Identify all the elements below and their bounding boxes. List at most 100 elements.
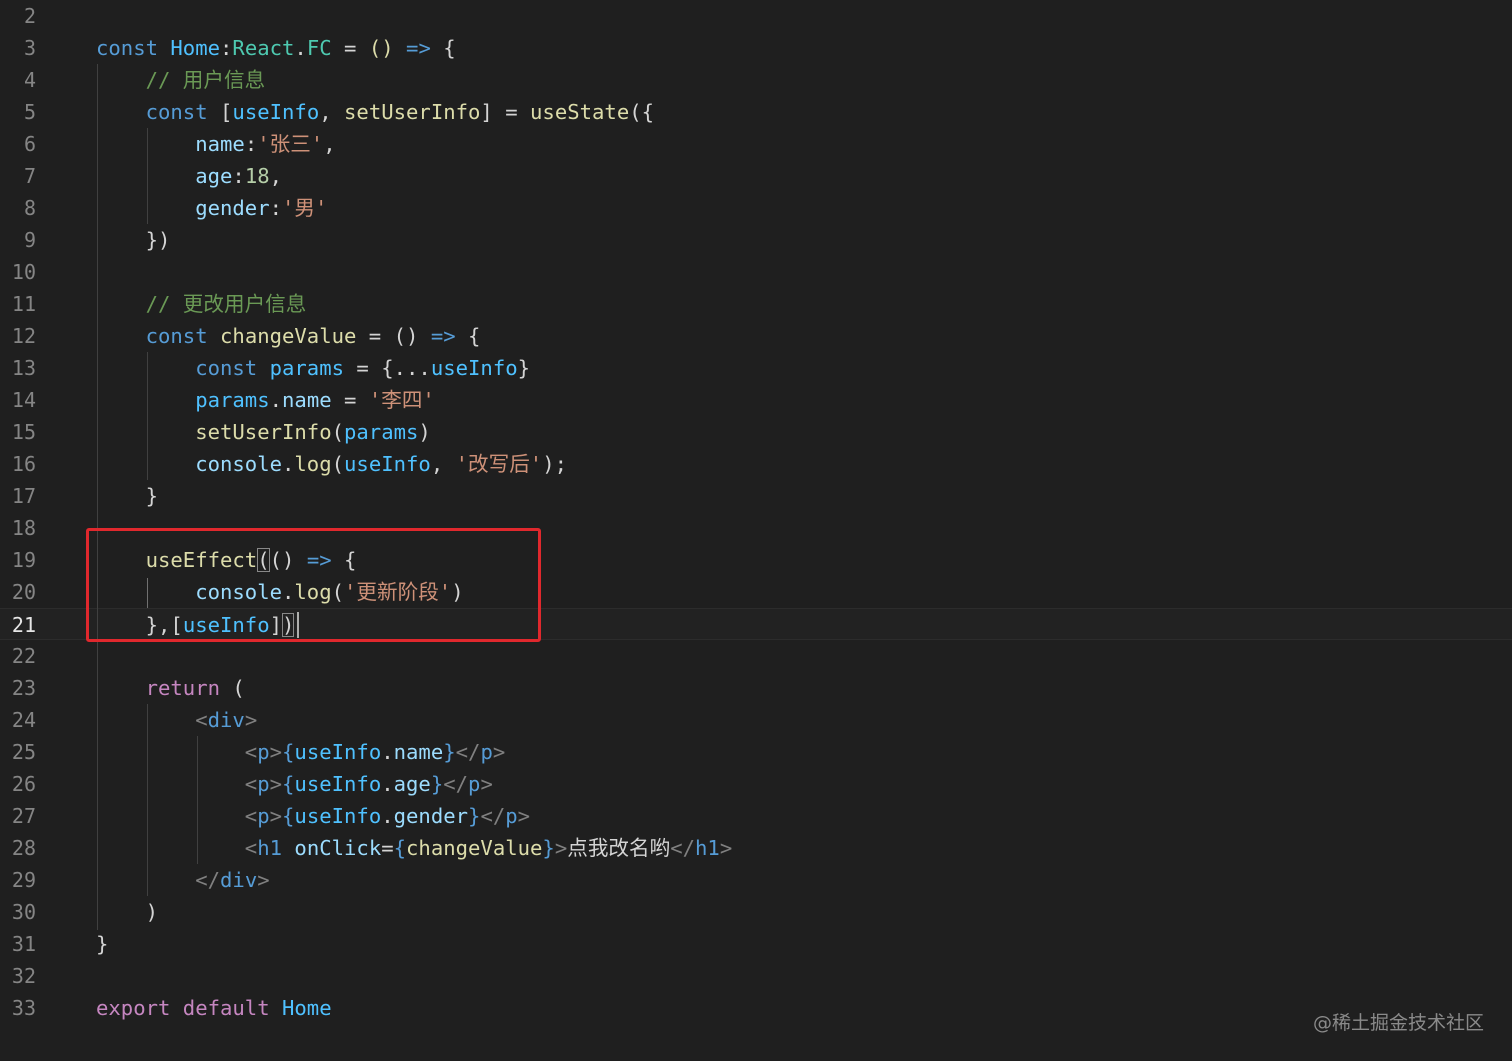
code-line[interactable]: 11 // 更改用户信息: [0, 288, 1512, 320]
code-text[interactable]: console.log(useInfo, '改写后');: [96, 448, 567, 480]
code-token: :: [232, 164, 245, 188]
line-number: 17: [11, 484, 36, 508]
code-text[interactable]: return (: [96, 672, 245, 704]
code-token: params: [195, 388, 270, 412]
code-token: :: [244, 132, 258, 156]
code-text[interactable]: }: [96, 480, 158, 512]
code-line[interactable]: 23 return (: [0, 672, 1512, 704]
code-token: (): [393, 324, 419, 348]
code-token: = {: [344, 356, 394, 380]
code-text[interactable]: const changeValue = () => {: [96, 320, 481, 352]
code-line[interactable]: 27 <p>{useInfo.gender}</p>: [0, 800, 1512, 832]
code-token: }: [430, 772, 444, 796]
code-token: h1: [257, 836, 283, 860]
line-number: 15: [11, 420, 36, 444]
code-line[interactable]: 22: [0, 640, 1512, 672]
code-token: [: [220, 100, 233, 124]
code-text[interactable]: <p>{useInfo.gender}</p>: [96, 800, 530, 832]
code-line[interactable]: 7 age:18,: [0, 160, 1512, 192]
code-text[interactable]: export default Home: [96, 992, 332, 1024]
code-line[interactable]: 14 params.name = '李四': [0, 384, 1512, 416]
line-number: 31: [11, 932, 36, 956]
line-number: 24: [11, 708, 36, 732]
code-line[interactable]: 8 gender:'男': [0, 192, 1512, 224]
line-number: 11: [11, 292, 36, 316]
code-line[interactable]: 31}: [0, 928, 1512, 960]
code-line[interactable]: 15 setUserInfo(params): [0, 416, 1512, 448]
code-line[interactable]: 33 export default Home: [0, 992, 1512, 1024]
code-text[interactable]: <h1 onClick={changeValue}>点我改名哟</h1>: [96, 832, 732, 864]
code-editor[interactable]: 2 3 const Home:React.FC = () => {4 // 用户信息…: [0, 0, 1512, 1061]
code-token: gender: [195, 196, 270, 220]
code-token: >: [719, 836, 733, 860]
code-token: :: [269, 196, 283, 220]
code-token: ,: [319, 100, 345, 124]
code-line[interactable]: 6 name:'张三',: [0, 128, 1512, 160]
code-line[interactable]: 3 const Home:React.FC = () => {: [0, 32, 1512, 64]
code-line[interactable]: 4 // 用户信息: [0, 64, 1512, 96]
code-token: {: [282, 804, 295, 828]
line-number: 29: [11, 868, 36, 892]
code-line[interactable]: 5 const [useInfo, setUserInfo] = useStat…: [0, 96, 1512, 128]
line-number: 22: [11, 644, 36, 668]
code-text[interactable]: <p>{useInfo.age}</p>: [96, 768, 493, 800]
code-token: console: [195, 452, 282, 476]
line-number: 20: [11, 580, 36, 604]
code-token: .: [381, 804, 394, 828]
code-text[interactable]: ): [96, 896, 158, 928]
code-token: =: [381, 836, 394, 860]
code-token: {: [282, 740, 295, 764]
line-number: 16: [11, 452, 36, 476]
code-token: p: [257, 740, 270, 764]
code-token: <: [195, 708, 208, 732]
code-token: div: [220, 868, 258, 892]
line-number: 18: [11, 516, 36, 540]
code-text[interactable]: // 用户信息: [96, 64, 266, 96]
code-token: useInfo: [294, 740, 382, 764]
code-token: (: [331, 420, 344, 444]
code-line[interactable]: 32: [0, 960, 1512, 992]
code-text[interactable]: <div>: [96, 704, 257, 736]
code-text[interactable]: // 更改用户信息: [96, 288, 307, 320]
code-text[interactable]: const Home:React.FC = () => {: [96, 32, 456, 64]
code-text[interactable]: const params = {...useInfo}: [96, 352, 530, 384]
code-text[interactable]: }): [96, 224, 171, 256]
watermark: @稀土掘金技术社区: [1312, 1012, 1484, 1034]
code-text[interactable]: name:'张三',: [96, 128, 336, 160]
code-text[interactable]: <p>{useInfo.name}</p>: [96, 736, 505, 768]
code-line[interactable]: 16 console.log(useInfo, '改写后');: [0, 448, 1512, 480]
code-token: ,: [323, 132, 336, 156]
code-line[interactable]: 28 <h1 onClick={changeValue}>点我改名哟</h1>: [0, 832, 1512, 864]
code-line[interactable]: 12 const changeValue = () => {: [0, 320, 1512, 352]
code-token: >: [517, 804, 531, 828]
code-line[interactable]: 24 <div>: [0, 704, 1512, 736]
code-line[interactable]: 13 const params = {...useInfo}: [0, 352, 1512, 384]
code-token: }: [145, 484, 159, 508]
code-line[interactable]: 29 </div>: [0, 864, 1512, 896]
code-token: (): [368, 36, 394, 60]
code-token: {: [443, 36, 456, 60]
code-token: );: [542, 452, 568, 476]
code-token: name: [282, 388, 332, 412]
code-token: useState: [530, 100, 630, 124]
code-text[interactable]: const [useInfo, setUserInfo] = useState(…: [96, 96, 654, 128]
code-text[interactable]: }: [96, 928, 108, 960]
code-line[interactable]: 9 }): [0, 224, 1512, 256]
code-line[interactable]: 2: [0, 0, 1512, 32]
code-text[interactable]: age:18,: [96, 160, 282, 192]
code-text[interactable]: </div>: [96, 864, 269, 896]
code-line[interactable]: 26 <p>{useInfo.age}</p>: [0, 768, 1512, 800]
code-text[interactable]: gender:'男': [96, 192, 327, 224]
code-line[interactable]: 30 ): [0, 896, 1512, 928]
code-token: }: [96, 932, 109, 956]
line-number: 12: [11, 324, 36, 348]
code-line[interactable]: 25 <p>{useInfo.name}</p>: [0, 736, 1512, 768]
line-number: 21: [11, 613, 36, 637]
code-line[interactable]: 10: [0, 256, 1512, 288]
code-token: useInfo: [430, 356, 518, 380]
code-token: FC: [306, 36, 332, 60]
code-line[interactable]: 17 }: [0, 480, 1512, 512]
